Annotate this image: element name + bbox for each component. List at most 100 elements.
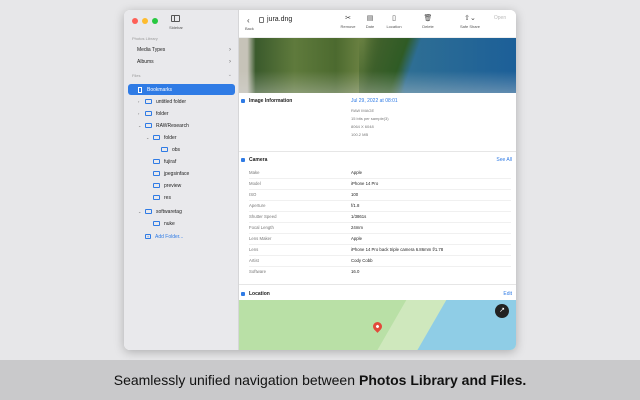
- field-value: Apple: [351, 236, 362, 241]
- safe-share-button[interactable]: ⇧⌄ Safe Share: [457, 14, 483, 29]
- camera-header: Camera See All: [239, 155, 516, 165]
- document-title-text: jura.dng: [267, 16, 293, 23]
- field-value: f/1.8: [351, 203, 360, 208]
- field-value: iPhone 14 Pro back triple camera 6.86mm …: [351, 247, 444, 252]
- compass-icon[interactable]: ↗: [495, 304, 509, 318]
- field-value: 1/3861s: [351, 214, 367, 219]
- field-value: iPhone 14 Pro: [351, 181, 379, 186]
- sidebar-item-res[interactable]: res: [128, 192, 235, 203]
- location-button[interactable]: ▯ Location: [381, 14, 407, 29]
- sidebar-item-label: jpegsinface: [164, 170, 190, 177]
- sidebar-item-bookmarks[interactable]: Bookmarks: [128, 84, 235, 95]
- folder-icon: [145, 123, 152, 128]
- folder-icon: [145, 99, 152, 104]
- photos-section-label: Photos Library: [132, 36, 158, 41]
- open-label: Open: [493, 15, 507, 21]
- sidebar-item-obs[interactable]: obs: [128, 144, 235, 155]
- camera-row-artist: Artist Cody Cobb: [249, 255, 511, 266]
- document-title: jura.dng: [259, 16, 292, 23]
- sidebar-item-rawresearch[interactable]: ⌄ RAWResearch: [128, 120, 235, 131]
- disclosure-right-icon[interactable]: ›: [138, 99, 139, 104]
- info-line: 15 bits per sample(3): [351, 116, 389, 121]
- edit-location-link[interactable]: Edit: [503, 291, 512, 297]
- open-button[interactable]: Open: [487, 14, 513, 21]
- folder-icon: [145, 209, 152, 214]
- safe-share-label: Safe Share: [459, 24, 480, 29]
- folder-icon: [153, 171, 160, 176]
- camera-row-lens-maker: Lens Maker Apple: [249, 233, 511, 244]
- field-label: Make: [249, 170, 260, 175]
- map-pin-icon[interactable]: [371, 320, 384, 333]
- field-label: Lens Maker: [249, 236, 272, 241]
- sidebar-item-preview[interactable]: preview: [128, 180, 235, 191]
- window-controls: [132, 18, 158, 24]
- delete-label: Delete: [422, 24, 434, 29]
- camera-row-aperture: Aperture f/1.8: [249, 200, 511, 211]
- section-title: Image Information: [249, 98, 293, 104]
- camera-row-model: Model iPhone 14 Pro: [249, 178, 511, 189]
- app-window: Sidebar Photos Library Media Types › Alb…: [124, 10, 516, 350]
- field-label: Artist: [249, 258, 259, 263]
- sidebar-item-label: preview: [164, 182, 182, 189]
- back-chevron-icon[interactable]: ‹: [247, 16, 250, 25]
- field-label: Shutter Speed: [249, 214, 277, 219]
- folder-icon: [161, 147, 168, 152]
- capture-date[interactable]: Jul 29, 2022 at 08:01: [351, 98, 398, 104]
- sidebar-item-jpegsinface[interactable]: jpegsinface: [128, 168, 235, 179]
- section-marker-icon: [241, 292, 245, 296]
- folder-icon: [153, 221, 160, 226]
- delete-button[interactable]: 🗑 Delete: [415, 14, 441, 29]
- sidebar-item-label: obs: [172, 146, 181, 153]
- folder-icon: [153, 195, 160, 200]
- trash-icon: 🗑: [423, 15, 433, 22]
- calendar-icon: ▤: [366, 15, 374, 22]
- disclosure-down-icon[interactable]: ⌄: [138, 123, 141, 128]
- files-section-label: Files: [132, 73, 141, 78]
- sidebar-item-softwaretag[interactable]: ⌄ softwaretag: [128, 206, 235, 217]
- section-title: Camera: [249, 157, 268, 163]
- zoom-window-button[interactable]: [152, 18, 158, 24]
- share-icon: ⇧⌄: [464, 15, 476, 22]
- sidebar-item-label: nuke: [164, 220, 175, 227]
- camera-row-shutter-speed: Shutter Speed 1/3861s: [249, 211, 511, 222]
- minimize-window-button[interactable]: [142, 18, 148, 24]
- sidebar-toggle-icon[interactable]: [171, 15, 180, 22]
- field-value: 24mm: [351, 225, 363, 230]
- date-label: Date: [365, 24, 375, 29]
- sidebar-toggle-label: Sidebar: [169, 25, 183, 30]
- toolbar: ‹ Back jura.dng ✂ Remove ▤ Date ▯ Locati…: [239, 10, 516, 38]
- date-button[interactable]: ▤ Date: [357, 14, 383, 29]
- sidebar-item-label: softwaretag: [156, 208, 182, 215]
- folder-icon: [153, 159, 160, 164]
- info-line: RAW IMAGE: [351, 108, 375, 113]
- sidebar-item-nuke[interactable]: nuke: [128, 218, 235, 229]
- camera-row-software: Software 16.0: [249, 266, 511, 277]
- add-folder-button[interactable]: + Add Folder...: [128, 231, 235, 242]
- section-marker-icon: [241, 158, 245, 162]
- sidebar-item-albums[interactable]: Albums ›: [128, 56, 235, 67]
- close-window-button[interactable]: [132, 18, 138, 24]
- chevron-down-icon[interactable]: ⌄: [228, 72, 232, 78]
- field-value: Cody Cobb: [351, 258, 373, 263]
- sidebar-item-label: res: [164, 194, 171, 201]
- field-label: Aperture: [249, 203, 266, 208]
- sidebar-item-media-types[interactable]: Media Types ›: [128, 44, 235, 55]
- folder-icon: [153, 135, 160, 140]
- document-icon: [259, 16, 264, 23]
- marketing-caption: Seamlessly unified navigation between Ph…: [0, 360, 640, 400]
- chevron-right-icon: ›: [229, 46, 231, 53]
- see-all-link[interactable]: See All: [496, 157, 512, 163]
- sidebar-item-untitled-folder[interactable]: › untitled folder: [128, 96, 235, 107]
- field-label: Focal Length: [249, 225, 274, 230]
- back-button-label[interactable]: Back: [245, 26, 254, 31]
- sidebar: Sidebar Photos Library Media Types › Alb…: [124, 10, 239, 350]
- disclosure-down-icon[interactable]: ⌄: [146, 135, 149, 140]
- sidebar-item-folder[interactable]: › folder: [128, 108, 235, 119]
- sidebar-item-fujiraf[interactable]: fujiraf: [128, 156, 235, 167]
- disclosure-right-icon[interactable]: ›: [138, 111, 139, 116]
- disclosure-down-icon[interactable]: ⌄: [138, 209, 141, 214]
- field-label: Software: [249, 269, 266, 274]
- location-map[interactable]: [239, 300, 516, 350]
- field-label: ISO: [249, 192, 257, 197]
- sidebar-item-folder-nested[interactable]: ⌄ folder: [128, 132, 235, 143]
